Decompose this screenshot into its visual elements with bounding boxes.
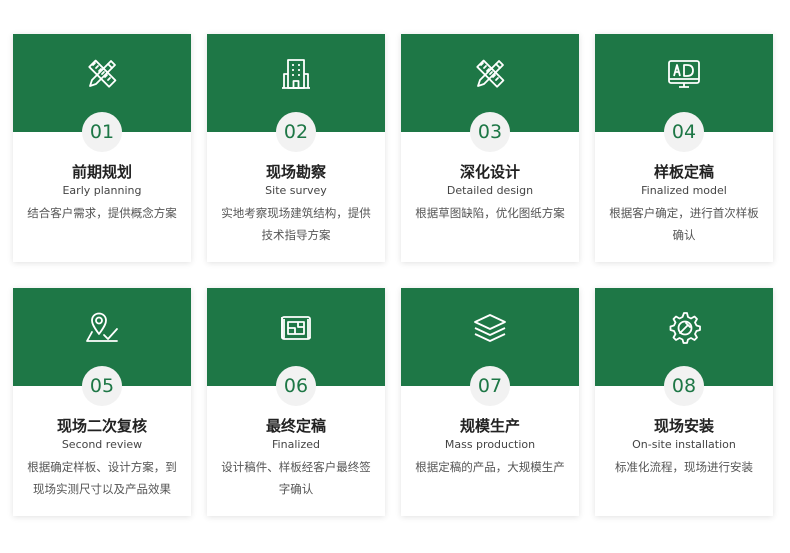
- step-description: 根据定稿的产品，大规模生产: [415, 460, 565, 474]
- step-number-badge: 03: [470, 112, 510, 152]
- step-subtitle: Detailed design: [446, 184, 534, 197]
- step-description: 根据客户确定，进行首次样板确认: [609, 206, 759, 242]
- step-subtitle: Early planning: [62, 184, 142, 197]
- step-description: 标准化流程，现场进行安装: [615, 460, 753, 474]
- step-title: 深化设计: [459, 163, 520, 181]
- step-title: 前期规划: [71, 163, 132, 181]
- step-title: 样板定稿: [653, 163, 714, 181]
- step-subtitle: Mass production: [444, 438, 536, 451]
- step-subtitle: Finalized model: [641, 184, 727, 197]
- step-number-badge: 05: [82, 366, 122, 406]
- step-description: 结合客户需求，提供概念方案: [27, 206, 177, 220]
- step-card: 05 现场二次复核 Second review 根据确定样板、设计方案，到现场实…: [13, 288, 191, 516]
- step-card: 07 规模生产 Mass production 根据定稿的产品，大规模生产: [401, 288, 579, 516]
- step-number-badge: 08: [664, 366, 704, 406]
- step-number-badge: 04: [664, 112, 704, 152]
- step-subtitle: Finalized: [272, 438, 320, 451]
- step-card: 01 前期规划 Early planning 结合客户需求，提供概念方案: [13, 34, 191, 262]
- blueprint-icon: [278, 310, 314, 346]
- step-card: 04 样板定稿 Finalized model 根据客户确定，进行首次样板确认: [595, 34, 773, 262]
- step-description: 设计稿件、样板经客户最终签字确认: [221, 460, 371, 496]
- step-title: 现场勘察: [265, 163, 326, 181]
- step-title: 现场安装: [653, 417, 714, 435]
- building-icon: [278, 56, 314, 92]
- step-subtitle: On-site installation: [632, 438, 736, 451]
- step-subtitle: Site survey: [265, 184, 327, 197]
- step-number-badge: 06: [276, 366, 316, 406]
- step-number-badge: 02: [276, 112, 316, 152]
- step-card: 02 现场勘察 Site survey 实地考察现场建筑结构，提供技术指导方案: [207, 34, 385, 262]
- map-pin-check-icon: [84, 310, 120, 346]
- pencil-ruler-icon: [84, 56, 120, 92]
- step-card: 03 深化设计 Detailed design 根据草图缺陷，优化图纸方案: [401, 34, 579, 262]
- process-steps-grid: 01 前期规划 Early planning 结合客户需求，提供概念方案 02 …: [0, 0, 790, 553]
- step-description: 实地考察现场建筑结构，提供技术指导方案: [221, 206, 371, 242]
- step-subtitle: Second review: [61, 438, 143, 451]
- step-description: 根据确定样板、设计方案，到现场实测尺寸以及产品效果: [27, 460, 177, 496]
- layers-icon: [472, 310, 508, 346]
- step-card: 08 现场安装 On-site installation 标准化流程，现场进行安…: [595, 288, 773, 516]
- step-title: 现场二次复核: [56, 417, 147, 435]
- step-title: 最终定稿: [265, 417, 326, 435]
- gear-wrench-icon: [666, 310, 702, 346]
- step-number-badge: 01: [82, 112, 122, 152]
- step-title: 规模生产: [459, 417, 520, 435]
- step-description: 根据草图缺陷，优化图纸方案: [415, 206, 565, 220]
- pencil-ruler-icon: [472, 56, 508, 92]
- ad-monitor-icon: [666, 56, 702, 92]
- step-card: 06 最终定稿 Finalized 设计稿件、样板经客户最终签字确认: [207, 288, 385, 516]
- step-number-badge: 07: [470, 366, 510, 406]
